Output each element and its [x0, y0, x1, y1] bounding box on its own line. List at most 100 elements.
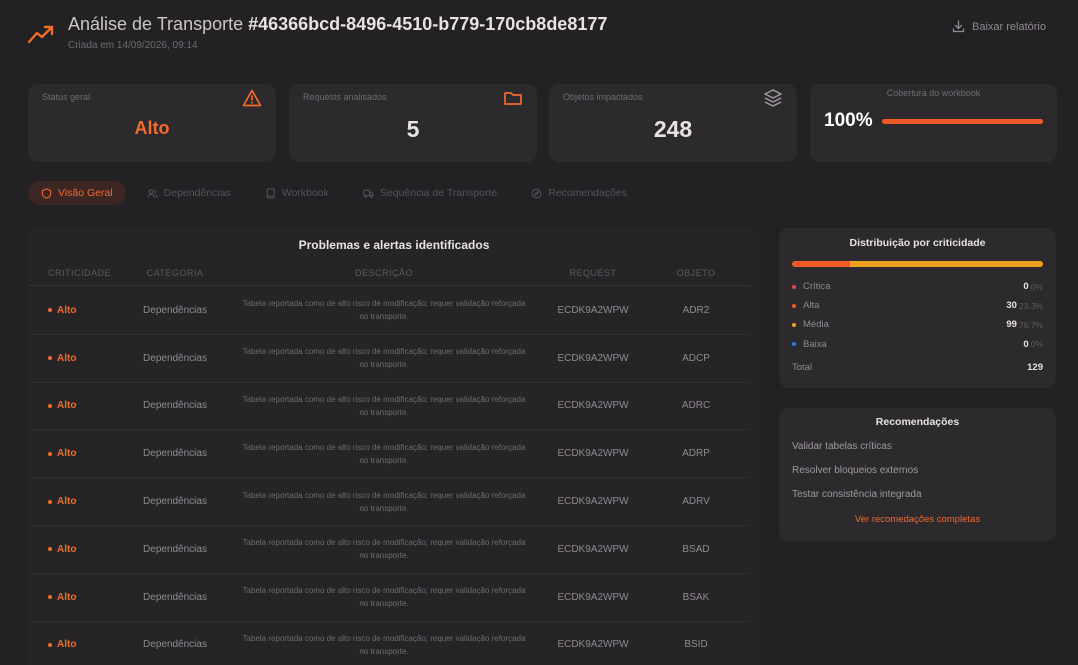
recommendations-title: Recomendações: [875, 416, 960, 428]
tab-dependencias[interactable]: Dependências: [134, 181, 244, 205]
distribution-item: Baixa 0 0%: [792, 335, 1043, 354]
object-cell: ADRC: [681, 400, 711, 412]
criticality-cell: Alto: [48, 335, 76, 382]
tab-workbook[interactable]: Workbook: [252, 181, 342, 205]
legend-count: 30: [1006, 300, 1017, 312]
category-cell: Dependências: [143, 496, 207, 508]
download-label: Baixar relatório: [972, 20, 1046, 33]
legend-count: 99: [1006, 319, 1017, 331]
table-row[interactable]: Alto Dependências Tabela reportada como de…: [28, 383, 750, 431]
tab-visao-geral[interactable]: Visão Geral: [28, 181, 126, 205]
table-row[interactable]: Alto Dependências Tabela reportada como de…: [28, 574, 750, 622]
table-row[interactable]: Alto Dependências Tabela reportada como de…: [28, 478, 750, 526]
legend-dot: [792, 322, 796, 327]
criticality-value: Alto: [57, 496, 77, 508]
objects-card: Objetos impactados 248: [549, 84, 797, 162]
page-header: Análise de Transporte #46366bcd-8496-451…: [0, 0, 1078, 70]
table-row[interactable]: Alto Dependências Tabela reportada como de…: [28, 335, 750, 383]
description-cell: Tabela reportada como de alto risco de m…: [242, 538, 526, 561]
request-cell: ECDK9A2WPW: [557, 400, 629, 412]
problems-title: Problemas e alertas identificados: [298, 238, 490, 252]
distribution-list: Crítica 0 0% Alta 30 23.3% Média 99 76.7% Baixa 0 0…: [792, 277, 1043, 354]
recommendations-list: Validar tabelas críticas Resolver bloque…: [792, 441, 1043, 513]
column-header-request: REQUEST: [569, 268, 617, 278]
criticality-dot: [48, 308, 52, 313]
criticality-value: Alto: [57, 400, 77, 412]
category-cell: Dependências: [143, 448, 207, 460]
problems-rows: Alto Dependências Tabela reportada como de…: [28, 287, 750, 665]
request-cell: ECDK9A2WPW: [557, 543, 629, 555]
status-label: Status geral: [42, 92, 91, 102]
table-row[interactable]: Alto Dependências Tabela reportada como de…: [28, 430, 750, 479]
tab-sequencia-transporte[interactable]: Sequência de Transporte: [350, 181, 510, 205]
distribution-bar-segment: [792, 261, 851, 267]
tab-label: Dependências: [163, 187, 231, 199]
legend-count: 0: [1023, 281, 1029, 293]
created-date: Criada em 14/09/2026, 09:14: [68, 40, 198, 51]
recommendation-item[interactable]: Resolver bloqueios externos: [792, 465, 1043, 489]
distribution-panel: Distribuição por criticidade Crítica 0 0% A…: [779, 228, 1056, 388]
table-row[interactable]: Alto Dependências Tabela reportada como de…: [28, 622, 750, 665]
criticality-value: Alto: [57, 304, 77, 316]
description-cell: Tabela reportada como de alto risco de m…: [242, 394, 526, 417]
download-report-button[interactable]: Baixar relatório: [952, 20, 1046, 33]
criticality-value: Alto: [57, 591, 77, 603]
object-cell: ADRP: [682, 448, 710, 460]
description-cell: Tabela reportada como de alto risco de m…: [242, 633, 526, 656]
legend-dot: [792, 284, 796, 289]
criticality-cell: Alto: [48, 287, 76, 334]
criticality-value: Alto: [57, 352, 77, 364]
tab-recomendacoes[interactable]: Recomendações: [518, 181, 640, 205]
users-icon: [147, 188, 158, 198]
category-cell: Dependências: [143, 543, 207, 555]
legend-name: Crítica: [803, 281, 831, 293]
tab-label: Visão Geral: [58, 187, 113, 199]
trending-up-icon: [28, 25, 54, 44]
category-cell: Dependências: [143, 591, 207, 603]
tab-label: Workbook: [281, 187, 329, 199]
legend-percent: 23.3%: [1018, 300, 1043, 311]
tab-label: Recomendações: [548, 187, 628, 199]
legend-name: Alta: [803, 300, 820, 312]
legend-name: Média: [803, 319, 829, 331]
criticality-value: Alto: [57, 543, 77, 555]
request-cell: ECDK9A2WPW: [557, 639, 629, 651]
legend-percent: 0%: [1030, 281, 1043, 292]
title-prefix: Análise de Transporte: [68, 14, 249, 34]
object-cell: BSAD: [682, 543, 710, 555]
distribution-item: Média 99 76.7%: [792, 315, 1043, 334]
requests-card: Requests analisados 5: [289, 84, 537, 162]
transport-id: #46366bcd-8496-4510-b779-170cb8de8177: [248, 14, 608, 34]
category-cell: Dependências: [143, 639, 207, 651]
view-all-recommendations-link[interactable]: Ver recomedações completas: [779, 514, 1056, 525]
objects-value: 248: [653, 116, 693, 142]
recommendation-item[interactable]: Validar tabelas críticas: [792, 441, 1043, 465]
folder-icon: [504, 92, 522, 105]
distribution-bar: [792, 261, 1043, 267]
criticality-dot: [48, 547, 52, 552]
distribution-total: Total 129: [792, 362, 1043, 373]
criticality-cell: Alto: [48, 574, 76, 621]
recommendation-item[interactable]: Testar consistência integrada: [792, 489, 1043, 513]
column-header-categoria: CATEGORIA: [146, 268, 204, 278]
legend-percent: 76.7%: [1018, 319, 1043, 330]
category-cell: Dependências: [143, 352, 207, 364]
coverage-card: Cobertura do workbook 100%: [810, 84, 1057, 162]
category-cell: Dependências: [143, 304, 207, 316]
page-title: Análise de Transporte #46366bcd-8496-451…: [68, 14, 607, 35]
category-cell: Dependências: [143, 400, 207, 412]
distribution-bar-segment: [850, 261, 1043, 267]
recommendations-panel: Recomendações Validar tabelas críticas R…: [779, 408, 1056, 541]
tab-bar: Visão Geral Dependências Workbook Sequên…: [28, 181, 648, 205]
coverage-progress-bar: [882, 119, 1043, 124]
tab-label: Sequência de Transporte: [379, 187, 498, 199]
request-cell: ECDK9A2WPW: [557, 496, 629, 508]
status-card: Status geral Alto: [28, 84, 276, 162]
status-value: Alto: [134, 118, 170, 138]
table-row[interactable]: Alto Dependências Tabela reportada como de…: [28, 526, 750, 574]
title-block: Análise de Transporte #46366bcd-8496-451…: [68, 14, 607, 51]
criticality-value: Alto: [57, 448, 77, 460]
table-row[interactable]: Alto Dependências Tabela reportada como de…: [28, 287, 750, 335]
objects-label: Objetos impactados: [563, 92, 643, 102]
column-header-criticidade: CRITICIDADE: [48, 268, 112, 278]
